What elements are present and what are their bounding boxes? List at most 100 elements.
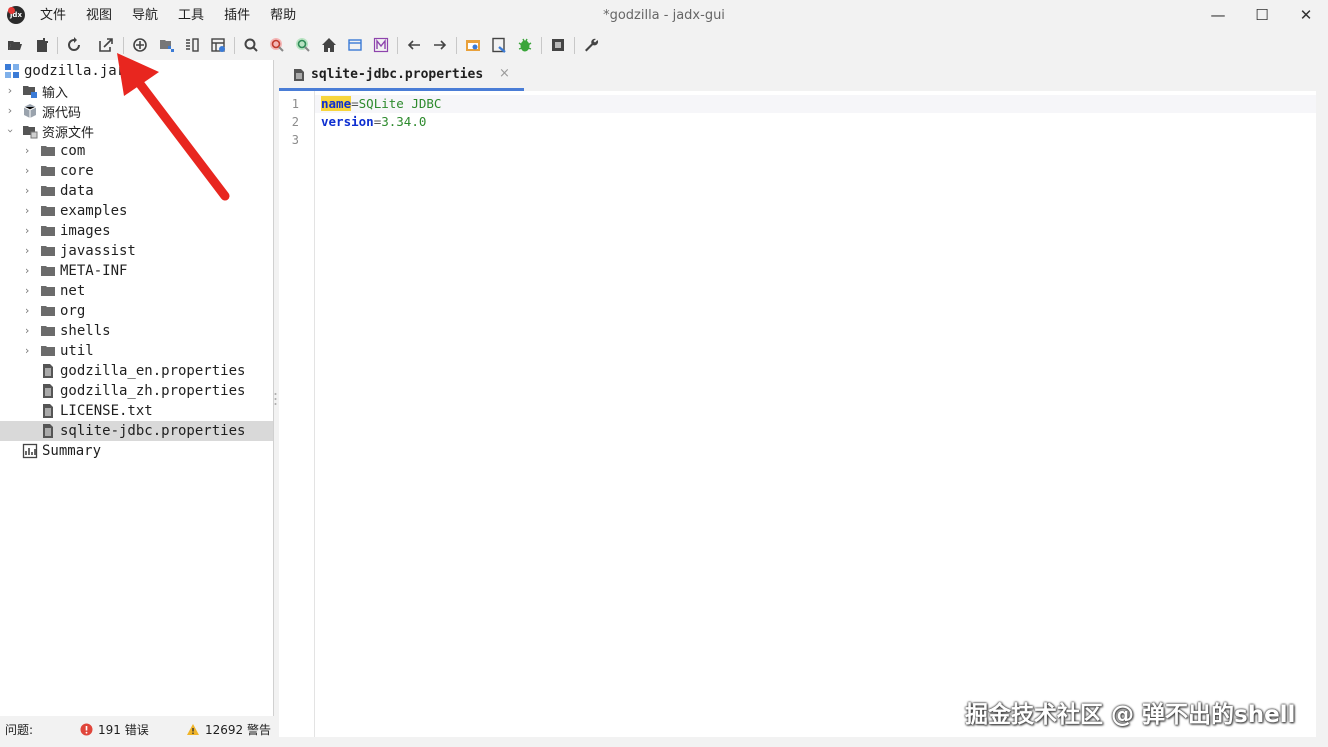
add-files-icon[interactable] [32, 35, 52, 55]
tree-node-label: 资源文件 [42, 125, 95, 141]
tree-folder-javassist[interactable]: › javassist [0, 241, 273, 261]
chevron-right-icon[interactable]: › [22, 205, 32, 216]
window-icon[interactable] [345, 35, 365, 55]
tree-folder-label: images [60, 223, 111, 239]
open-folder-icon[interactable] [5, 35, 25, 55]
panel-splitter[interactable] [274, 392, 277, 406]
chevron-right-icon[interactable]: › [22, 225, 32, 236]
tree-folder-org[interactable]: › org [0, 301, 273, 321]
menu-navigate[interactable]: 导航 [122, 0, 168, 30]
tree-folder-examples[interactable]: › examples [0, 201, 273, 221]
chevron-right-icon[interactable]: › [22, 285, 32, 296]
flatten-packages-icon[interactable] [157, 35, 177, 55]
folder-icon [40, 263, 56, 279]
tree-folder-net[interactable]: › net [0, 281, 273, 301]
property-value: 3.34.0 [381, 114, 427, 129]
close-button[interactable]: ✕ [1286, 0, 1326, 30]
log-viewer-icon[interactable] [548, 35, 568, 55]
summary-chart-icon [22, 443, 38, 459]
home-icon[interactable] [319, 35, 339, 55]
watermark: 掘金技术社区 @ 弹不出的shell [965, 702, 1296, 728]
tree-file-godzilla-zh-properties[interactable]: godzilla_zh.properties [0, 381, 273, 401]
input-icon [23, 86, 37, 98]
deobfuscate-icon[interactable] [463, 35, 483, 55]
find-class-icon[interactable] [267, 35, 287, 55]
tree-node-source[interactable]: › 源代码 [0, 101, 273, 121]
chevron-right-icon[interactable]: › [5, 85, 15, 96]
tree-folder-core[interactable]: › core [0, 161, 273, 181]
folder-icon [40, 223, 56, 239]
tree-root[interactable]: godzilla.jar [0, 61, 273, 81]
menu-file[interactable]: 文件 [30, 0, 76, 30]
chevron-right-icon[interactable]: › [22, 345, 32, 356]
sync-icon[interactable] [130, 35, 150, 55]
chevron-right-icon[interactable]: › [22, 305, 32, 316]
tree-file-label: sqlite-jdbc.properties [60, 423, 246, 439]
line-number-gutter: 1 2 3 [279, 91, 315, 737]
chevron-right-icon[interactable]: › [22, 325, 32, 336]
export-icon[interactable] [96, 35, 116, 55]
tree-folder-label: core [60, 163, 94, 179]
tree-file-license-txt[interactable]: LICENSE.txt [0, 401, 273, 421]
reload-icon[interactable] [64, 35, 84, 55]
error-count-label: 191 错误 [98, 723, 149, 737]
file-icon [40, 363, 56, 379]
mnemonic-icon[interactable] [371, 35, 391, 55]
folder-icon [40, 203, 56, 219]
forward-arrow-icon[interactable] [430, 35, 450, 55]
error-count[interactable]: 191 错误 [80, 721, 149, 738]
code-editor[interactable]: 1 2 3 name=SQLite JDBC version=3.34.0 [279, 91, 1316, 737]
tree-folder-shells[interactable]: › shells [0, 321, 273, 341]
tree-node-summary[interactable]: Summary [0, 441, 273, 461]
settings-wrench-icon[interactable] [581, 35, 601, 55]
minimize-button[interactable]: — [1198, 0, 1238, 30]
source-package-icon [23, 104, 37, 118]
folder-icon [40, 243, 56, 259]
menu-help[interactable]: 帮助 [260, 0, 306, 30]
property-key: name [321, 96, 352, 111]
chevron-right-icon[interactable]: › [22, 265, 32, 276]
chevron-right-icon[interactable]: › [22, 145, 32, 156]
tree-node-input[interactable]: › 输入 [0, 81, 273, 101]
tree-folder-label: util [60, 343, 94, 359]
tree-file-sqlite-jdbc-properties[interactable]: sqlite-jdbc.properties [0, 421, 273, 441]
editor-scrollbar[interactable] [1316, 91, 1328, 737]
chevron-right-icon[interactable]: › [22, 245, 32, 256]
back-arrow-icon[interactable] [404, 35, 424, 55]
tree-folder-label: com [60, 143, 86, 159]
debug-bug-icon[interactable] [515, 35, 535, 55]
tree-folder-images[interactable]: › images [0, 221, 273, 241]
chevron-down-icon[interactable]: › [4, 126, 17, 136]
tree-file-godzilla-en-properties[interactable]: godzilla_en.properties [0, 361, 273, 381]
folder-icon [40, 183, 56, 199]
find-usage-icon[interactable] [293, 35, 313, 55]
tree-folder-meta-inf[interactable]: › META-INF [0, 261, 273, 281]
tree-folder-label: examples [60, 203, 128, 219]
warning-count-label: 12692 警告 [205, 723, 271, 737]
file-icon [294, 69, 304, 81]
tree-folder-label: data [60, 183, 94, 199]
tree-folder-label: javassist [60, 243, 136, 259]
tree-file-label: LICENSE.txt [60, 403, 153, 419]
split-view-icon[interactable] [182, 35, 202, 55]
close-tab-icon[interactable]: × [499, 66, 510, 81]
search-icon[interactable] [241, 35, 261, 55]
project-tree-panel: godzilla.jar › 输入 › 源代码 › 资源文件 › com › core… [0, 60, 274, 716]
file-icon [40, 403, 56, 419]
menu-plugins[interactable]: 插件 [214, 0, 260, 30]
table-icon[interactable] [208, 35, 228, 55]
tab-sqlite-jdbc-properties[interactable]: sqlite-jdbc.properties × [279, 60, 524, 91]
tree-node-resources[interactable]: › 资源文件 [0, 121, 273, 141]
tree-folder-data[interactable]: › data [0, 181, 273, 201]
chevron-right-icon[interactable]: › [22, 185, 32, 196]
chevron-right-icon[interactable]: › [5, 105, 15, 116]
warning-count[interactable]: 12692 警告 [186, 721, 271, 738]
decompile-all-icon[interactable] [489, 35, 509, 55]
tree-folder-util[interactable]: › util [0, 341, 273, 361]
tree-folder-com[interactable]: › com [0, 141, 273, 161]
maximize-button[interactable]: ☐ [1242, 0, 1282, 30]
chevron-right-icon[interactable]: › [22, 165, 32, 176]
menu-tools[interactable]: 工具 [168, 0, 214, 30]
menu-view[interactable]: 视图 [76, 0, 122, 30]
tree-folder-label: META-INF [60, 263, 128, 279]
